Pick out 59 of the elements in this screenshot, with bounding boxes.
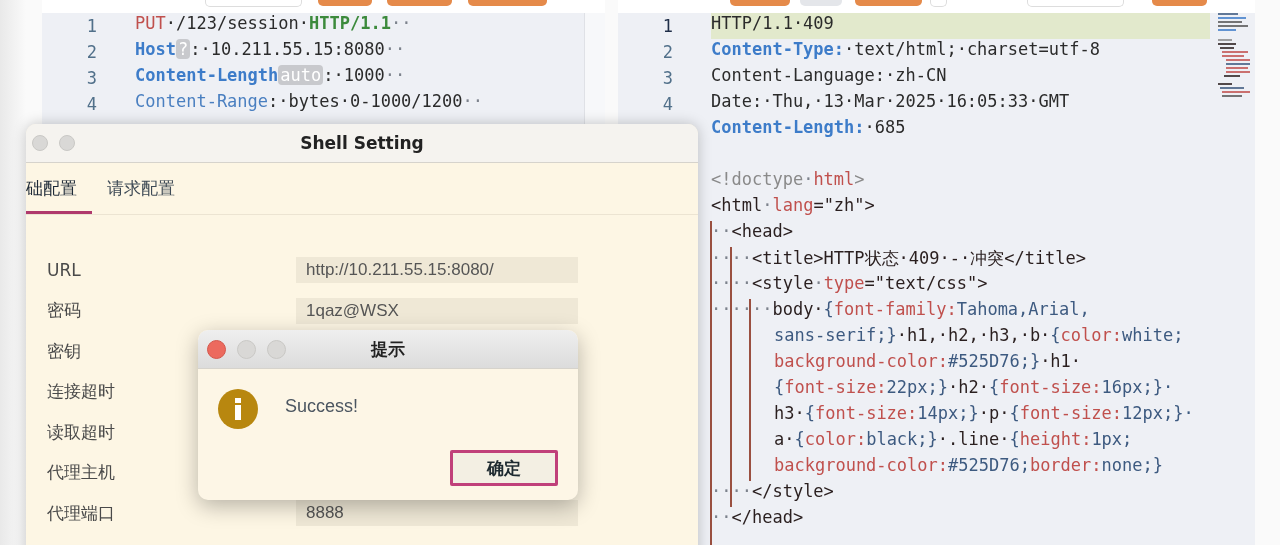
toolbar-button[interactable] xyxy=(318,0,372,6)
info-icon xyxy=(218,389,258,429)
line-number: 3 xyxy=(85,68,97,88)
input-field[interactable]: http://10.211.55.15:8080/ xyxy=(296,257,578,284)
window-title: Shell Setting xyxy=(300,133,424,153)
field-label: URL xyxy=(47,260,81,281)
line-number: 3 xyxy=(661,68,673,88)
line-number: 4 xyxy=(85,94,97,114)
line-number: 1 xyxy=(85,16,97,36)
toolbar-button[interactable] xyxy=(930,0,947,7)
line-number: 1 xyxy=(661,16,673,36)
code-line: Host?:·10.211.55.15:8080·· xyxy=(135,39,407,61)
input-field[interactable]: 8888 xyxy=(296,500,578,527)
code-line: sans-serif;}·h1,·h2,·h3,·b·{color:white; xyxy=(773,325,1185,347)
code-line: ··<head> xyxy=(711,221,794,243)
field-label: 代理主机 xyxy=(47,461,115,485)
field-label: 密钥 xyxy=(47,339,81,363)
code-line: h3·{font-size:14px;}·p·{font-size:12px;}· xyxy=(773,403,1195,425)
minimize-button[interactable] xyxy=(59,135,75,151)
scrollbar-track[interactable] xyxy=(584,13,605,124)
tab[interactable]: 础配置 xyxy=(26,163,92,214)
code-line: <html·lang="zh"> xyxy=(711,195,876,217)
code-line: a·{color:black;}·.line·{height:1px; xyxy=(773,429,1134,451)
toolbar-button[interactable] xyxy=(730,0,790,6)
toolbar-field[interactable] xyxy=(205,0,302,7)
toolbar-field[interactable] xyxy=(1027,0,1124,7)
toolbar-button[interactable] xyxy=(468,0,547,6)
alert-message: Success! xyxy=(285,396,359,417)
code-line: background-color:#525D76;border:none;} xyxy=(773,455,1164,477)
line-number: 2 xyxy=(85,42,97,62)
close-button[interactable] xyxy=(32,135,48,151)
toolbar-button[interactable] xyxy=(387,0,452,6)
confirm-button[interactable]: 确定 xyxy=(450,450,558,486)
minimize-button[interactable] xyxy=(237,339,256,359)
field-label: 连接超时 xyxy=(47,380,115,404)
zoom-button[interactable] xyxy=(267,339,286,359)
tab[interactable]: 请求配置 xyxy=(92,163,190,214)
code-line: Content-Length:·685 xyxy=(711,117,907,139)
line-number: 2 xyxy=(661,42,673,62)
response-editor[interactable] xyxy=(618,13,1255,545)
field-label: 代理端口 xyxy=(47,501,115,525)
code-line: Content-Language:·zh-CN xyxy=(711,65,948,87)
toolbar-button[interactable] xyxy=(855,0,922,6)
line-number: 4 xyxy=(661,94,673,114)
code-line: PUT·/123/session·HTTP/1.1·· xyxy=(135,13,413,35)
code-line: Content-Type:·text/html;·charset=utf-8 xyxy=(711,39,1101,61)
code-line: background-color:#525D76;}·h1· xyxy=(773,351,1083,373)
code-line: ··</head> xyxy=(711,507,805,529)
code-line: Date:·Thu,·13·Mar·2025·16:05:33·GMT xyxy=(711,91,1071,113)
input-field[interactable]: 1qaz@WSX xyxy=(296,297,578,324)
field-label: 读取超时 xyxy=(47,420,115,444)
close-button[interactable] xyxy=(207,339,226,359)
dialog-title: 提示 xyxy=(371,337,405,361)
field-label: 密码 xyxy=(47,299,81,323)
code-line: <!doctype·html> xyxy=(711,169,866,191)
code-line: Content-Range:·bytes·0-1000/1200·· xyxy=(135,91,484,113)
toolbar-button[interactable] xyxy=(1152,0,1207,6)
code-line: {font-size:22px;}·h2·{font-size:16px;}· xyxy=(773,377,1175,399)
toolbar-button[interactable] xyxy=(800,0,842,6)
